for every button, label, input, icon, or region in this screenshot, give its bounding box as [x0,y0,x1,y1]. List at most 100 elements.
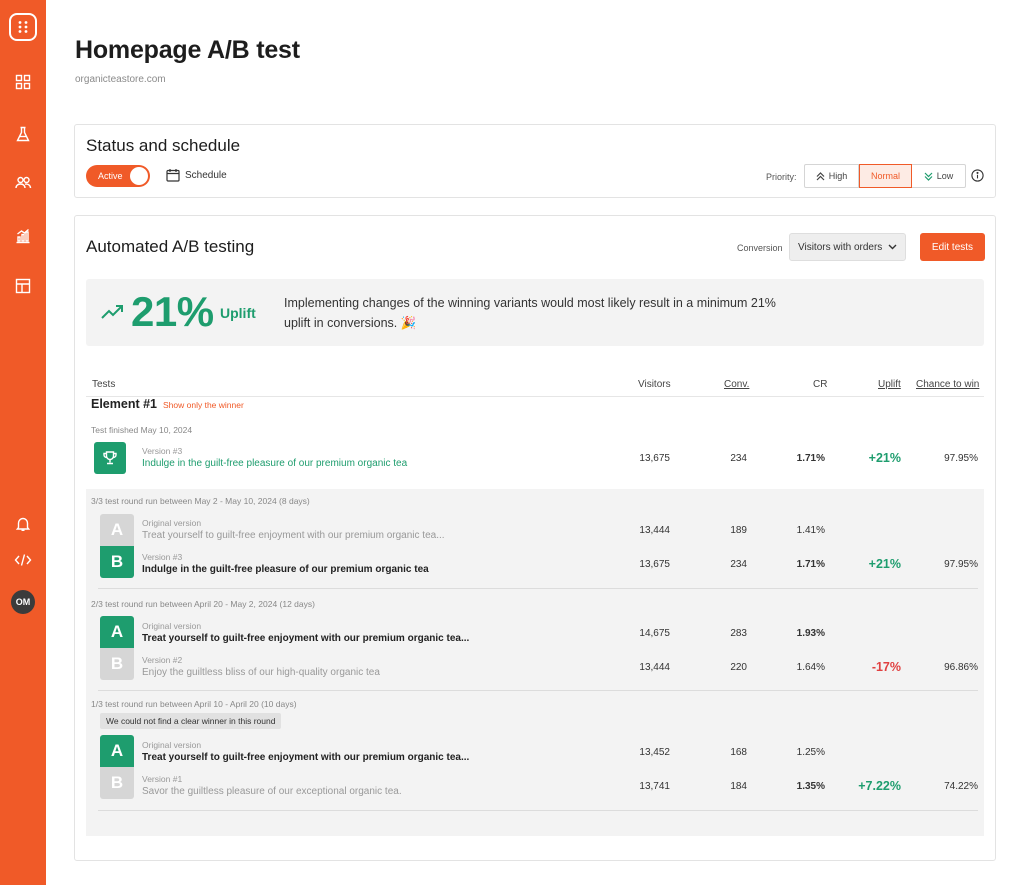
schedule-label: Schedule [185,169,227,181]
uplift-word: Uplift [220,305,256,321]
round-2-b-conv: 220 [730,662,747,673]
round-divider [98,810,978,811]
toggle-knob [130,167,148,185]
round-2-b-visitors: 13,444 [639,662,670,673]
variant-b-badge: B [100,546,134,578]
uplift-banner: 21% Uplift Implementing changes of the w… [86,279,984,346]
round-3-b-visitors: 13,675 [639,559,670,570]
col-conv[interactable]: Conv. [724,379,749,390]
trending-up-icon [101,305,123,319]
round-2-a-label: Original version [142,621,202,631]
info-icon[interactable] [971,169,984,187]
ab-testing-title: Automated A/B testing [86,237,255,256]
priority-low-label: Low [936,171,954,181]
layout-icon[interactable] [13,276,33,296]
sidebar: OM [0,0,46,885]
round-2-a-text: Treat yourself to guilt-free enjoyment w… [142,633,470,644]
users-icon[interactable] [13,173,33,193]
round-3-b-text: Indulge in the guilt-free pleasure of ou… [142,564,429,575]
round-3-title: 3/3 test round run between May 2 - May 1… [91,496,310,506]
round-1-b-text: Savor the guiltless pleasure of our exce… [142,786,402,797]
conversion-value: Visitors with orders [798,241,883,253]
round-divider [98,690,978,691]
round-2-b-label: Version #2 [142,655,183,665]
trophy-icon [94,442,126,474]
round-2-a-cr: 1.93% [796,628,825,639]
round-divider [98,588,978,589]
status-card: Status and schedule Active Schedule Prio… [74,124,996,198]
status-card-title: Status and schedule [86,136,241,155]
round-1-b-visitors: 13,741 [639,781,670,792]
winner-cr: 1.71% [796,453,825,464]
col-visitors: Visitors [638,379,671,390]
round-3-a-label: Original version [142,518,202,528]
round-1-title: 1/3 test round run between April 10 - Ap… [91,699,297,709]
element-title: Element #1 [91,397,158,411]
variant-a-badge: A [100,616,134,648]
round-3-b-cr: 1.71% [796,559,825,570]
variant-b-badge: B [100,767,134,799]
page-subtitle: organicteastore.com [75,74,166,85]
variant-a-badge: A [100,735,134,767]
header-divider [86,396,984,397]
round-1-b-uplift: +7.22% [858,779,901,793]
round-1-a-text: Treat yourself to guilt-free enjoyment w… [142,752,470,763]
test-rounds: 3/3 test round run between May 2 - May 1… [86,489,984,836]
round-2-a-conv: 283 [730,628,747,639]
round-3-a-visitors: 13,444 [639,525,670,536]
round-1-b-label: Version #1 [142,774,183,784]
priority-high-label: High [828,171,848,181]
priority-normal-label: Normal [870,171,900,181]
app-logo-icon[interactable] [9,13,37,41]
active-toggle[interactable]: Active [86,165,150,187]
round-1-a-conv: 168 [730,747,747,758]
uplift-description: Implementing changes of the winning vari… [284,296,776,330]
priority-label: Priority: [766,172,797,182]
winner-chance: 97.95% [944,453,978,464]
edit-tests-button[interactable]: Edit tests [920,233,985,261]
chevrons-up-icon [816,171,825,180]
round-3-a-cr: 1.41% [796,525,825,536]
avatar[interactable]: OM [11,590,35,614]
round-2-b-chance: 96.86% [944,662,978,673]
show-winner-link[interactable]: Show only the winner [163,400,244,410]
priority-low-button[interactable]: Low [912,165,965,187]
round-1-b-chance: 74.22% [944,781,978,792]
round-1-a-label: Original version [142,740,202,750]
conversion-select[interactable]: Visitors with orders [789,233,906,261]
round-2-b-text: Enjoy the guiltless bliss of our high-qu… [142,667,380,678]
round-2-b-uplift: -17% [871,660,901,674]
col-cr: CR [813,379,828,390]
round-3-a-text: Treat yourself to guilt-free enjoyment w… [142,530,445,541]
winner-conv: 234 [730,453,747,464]
priority-high-button[interactable]: High [805,165,859,187]
variant-b-badge: B [100,648,134,680]
winner-visitors: 13,675 [639,453,670,464]
uplift-value: 21% [131,288,214,335]
priority-normal-button[interactable]: Normal [859,164,912,188]
round-1-b-cr: 1.35% [796,781,825,792]
ab-testing-card: Automated A/B testing Conversion Visitor… [74,215,996,861]
round-1-b-conv: 184 [730,781,747,792]
winner-version-label: Version #3 [142,446,183,456]
winner-version-text: Indulge in the guilt-free pleasure of ou… [142,458,408,469]
code-icon[interactable] [13,550,33,570]
chevron-down-icon [888,244,897,250]
no-winner-badge: We could not find a clear winner in this… [100,713,282,729]
test-finished-text: Test finished May 10, 2024 [91,425,193,435]
round-1-a-cr: 1.25% [796,747,825,758]
round-3-b-conv: 234 [730,559,747,570]
round-3-a-conv: 189 [730,525,747,536]
toggle-label: Active [98,171,123,181]
dashboard-icon[interactable] [13,72,33,92]
bell-icon[interactable] [13,514,33,534]
page-title: Homepage A/B test [75,36,300,64]
round-3-b-label: Version #3 [142,552,183,562]
col-uplift[interactable]: Uplift [878,379,901,390]
col-chance[interactable]: Chance to win [916,379,979,390]
analytics-icon[interactable] [13,226,33,246]
flask-icon[interactable] [13,124,33,144]
variant-a-badge: A [100,514,134,546]
schedule-button[interactable]: Schedule [166,168,227,182]
winner-uplift: +21% [868,451,901,465]
